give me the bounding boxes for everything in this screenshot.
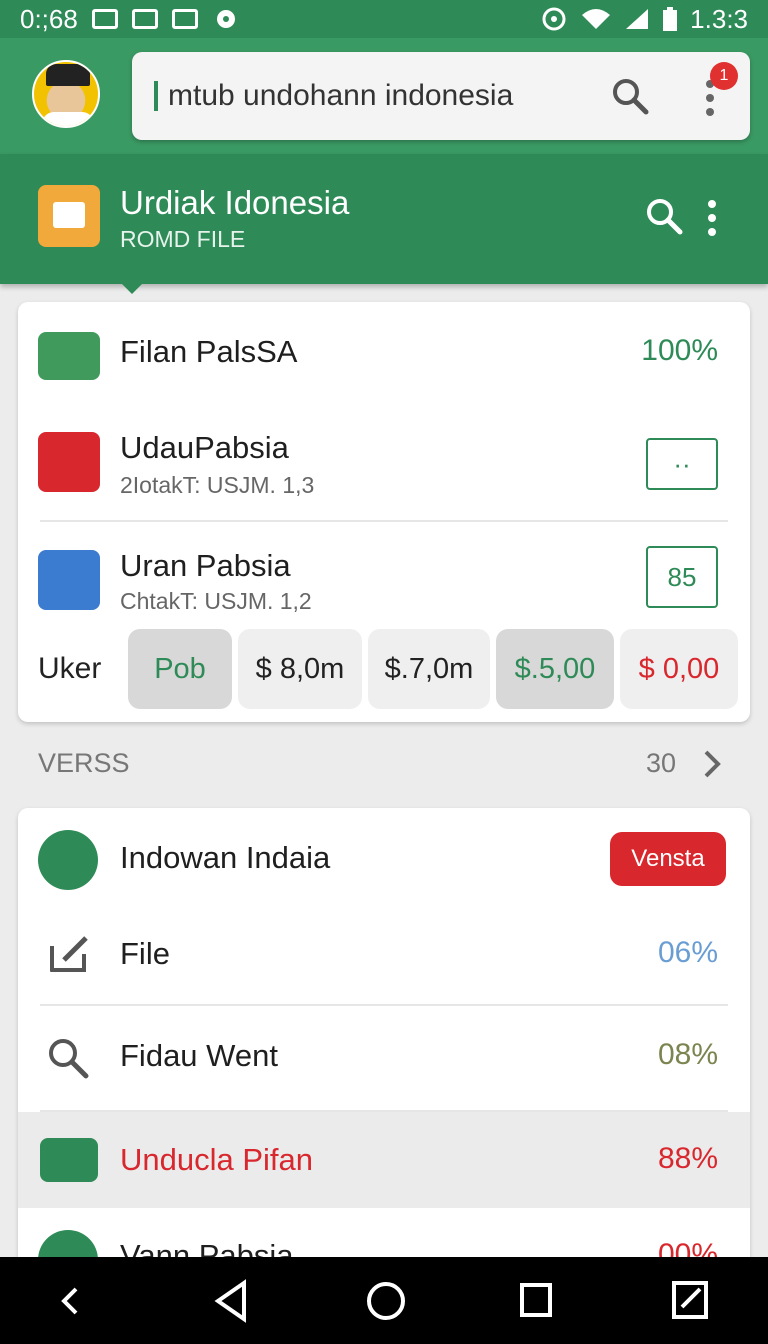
more-vert-icon[interactable] <box>706 198 718 238</box>
app-logo-icon <box>38 185 100 247</box>
chart-down-icon <box>38 432 100 492</box>
divider <box>40 520 728 522</box>
row-value: 88% <box>657 1142 718 1175</box>
alarm-icon <box>542 7 566 31</box>
row-title: Fidau Went <box>120 1038 278 1073</box>
mail-icon <box>171 9 198 29</box>
system-nav-bar <box>0 1257 768 1344</box>
section-count: 30 <box>646 748 677 778</box>
status-bar: 0:;68 1.3:3 <box>0 0 768 38</box>
signal-icon <box>626 9 649 29</box>
chip-row-label: Uker <box>38 652 102 685</box>
search-input[interactable]: mtub undohann indonesia <box>168 79 513 113</box>
app-bar: Urdiak Idonesia ROMD FILE <box>0 154 768 284</box>
checklist-icon <box>38 550 100 610</box>
row-action-button[interactable]: ·· <box>646 438 718 490</box>
list-item[interactable]: Filan PalsSA 100% <box>18 302 750 402</box>
battery-icon <box>663 7 678 31</box>
house-icon <box>40 1138 98 1182</box>
status-time-left: 0:;68 <box>20 3 78 34</box>
row-value: 100% <box>641 334 718 367</box>
notification-icon <box>91 9 118 29</box>
row-title: Unducla Pifan <box>120 1142 314 1177</box>
status-time-right: 1.3:3 <box>690 3 748 34</box>
row-title: UdauPabsia <box>120 430 289 465</box>
row-value: 08% <box>657 1038 718 1071</box>
chevron-right-icon[interactable] <box>700 748 722 780</box>
image-icon <box>131 9 158 29</box>
app-title: Urdiak Idonesia <box>120 184 350 221</box>
back-chevron-icon[interactable] <box>58 1279 82 1323</box>
chip[interactable]: $ 0,00 <box>620 629 738 709</box>
chip[interactable]: $ 8,0m <box>238 629 362 709</box>
row-title: File <box>120 936 170 971</box>
chip[interactable]: Pob <box>128 629 232 709</box>
list-card: Indowan Indaia Vensta File 06% Fidau Wen… <box>18 808 750 1268</box>
app-subtitle: ROMD FILE <box>120 226 246 252</box>
list-item[interactable]: Fidau Went 08% <box>18 1006 750 1110</box>
row-action-button[interactable]: 85 <box>646 546 718 608</box>
chip[interactable]: $.7,0m <box>368 629 490 709</box>
app-bar-notch <box>122 284 142 294</box>
chip-row: Uker Pob $ 8,0m $.7,0m $.5,00 $ 0,00 <box>18 628 750 710</box>
text-cursor <box>154 81 158 111</box>
list-item[interactable]: UdauPabsia 2IotakT: USJM. 1,3 ·· <box>18 410 750 520</box>
row-subtitle: ChtakT: USJM. 1,2 <box>120 588 312 614</box>
row-title: Uran Pabsia <box>120 548 291 583</box>
avatar[interactable] <box>32 60 100 128</box>
row-title: Indowan Indaia <box>120 840 331 875</box>
status-badge[interactable]: Vensta <box>610 832 726 886</box>
edit-note-icon[interactable] <box>670 1279 710 1323</box>
search-icon[interactable] <box>610 76 650 116</box>
search-icon[interactable] <box>644 196 684 236</box>
row-subtitle: 2IotakT: USJM. 1,3 <box>120 472 315 498</box>
gear-icon <box>216 10 235 28</box>
list-item[interactable]: Unducla Pifan 88% <box>18 1112 750 1208</box>
recents-icon[interactable] <box>518 1279 554 1323</box>
summary-card: Filan PalsSA 100% UdauPabsia 2IotakT: US… <box>18 302 750 722</box>
list-item[interactable]: Indowan Indaia Vensta <box>18 808 750 908</box>
wifi-icon <box>582 9 611 29</box>
chip[interactable]: $.5,00 <box>496 629 614 709</box>
row-title: Filan PalsSA <box>120 334 298 369</box>
search-box[interactable]: mtub undohann indonesia 1 <box>132 52 750 140</box>
back-icon[interactable] <box>214 1279 250 1323</box>
power-icon <box>38 830 98 890</box>
id-card-icon <box>38 332 100 380</box>
edit-icon <box>50 936 88 972</box>
list-item[interactable]: Uran Pabsia ChtakT: USJM. 1,2 85 <box>18 526 750 626</box>
section-title: VERSS <box>38 748 130 778</box>
row-value: 06% <box>657 936 718 969</box>
home-icon[interactable] <box>364 1279 408 1323</box>
notification-badge: 1 <box>710 62 738 90</box>
search-icon <box>49 1039 89 1079</box>
list-item[interactable]: File 06% <box>18 908 750 1004</box>
search-row: mtub undohann indonesia 1 <box>0 38 768 154</box>
